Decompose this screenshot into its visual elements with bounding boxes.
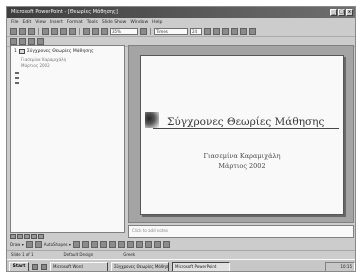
menu-insert[interactable]: Insert bbox=[50, 18, 63, 27]
line-icon[interactable] bbox=[72, 240, 80, 248]
outline-marker bbox=[15, 77, 19, 79]
menu-file[interactable]: File bbox=[11, 18, 19, 27]
maximize-button[interactable]: □ bbox=[338, 9, 345, 16]
status-slide: Slide 1 of 1 bbox=[11, 252, 34, 257]
window-controls: _ □ x bbox=[330, 9, 353, 16]
outline-line[interactable]: Γιασεμίνα Καραμιχάλη bbox=[21, 57, 66, 62]
toolbar-separator bbox=[79, 28, 80, 35]
toolbar-separator bbox=[38, 28, 39, 35]
textbox-icon[interactable] bbox=[108, 240, 116, 248]
help-icon[interactable] bbox=[140, 28, 147, 35]
status-design: Default Design bbox=[63, 252, 94, 257]
task-button[interactable]: Σύγχρονες Θεωρίες Μάθησης bbox=[111, 261, 169, 271]
chart-icon[interactable] bbox=[92, 28, 99, 35]
notes-placeholder: Click to add notes bbox=[132, 228, 168, 233]
menu-slide-show[interactable]: Slide Show bbox=[102, 18, 127, 27]
rotate-icon[interactable] bbox=[34, 240, 42, 248]
outline-line[interactable]: Μάρτιος 2002 bbox=[21, 63, 50, 68]
open-icon[interactable] bbox=[19, 28, 26, 35]
italic-icon[interactable] bbox=[213, 28, 220, 35]
slide-date: Μάρτιος 2002 bbox=[218, 162, 266, 170]
drawing-toolbar: Draw ▾ AutoShapes ▾ bbox=[7, 239, 355, 249]
slide-accent-graphic bbox=[145, 112, 159, 128]
outline-title[interactable]: Σύγχρονες Θεωρίες Μάθησης bbox=[27, 49, 94, 54]
align-center-icon[interactable] bbox=[240, 28, 247, 35]
slide-pane: Σύγχρονες Θεωρίες Μάθησης Γιασεμίνα Καρα… bbox=[128, 45, 354, 223]
outline-pane[interactable]: 1 Σύγχρονες Θεωρίες Μάθησης Γιασεμίνα Κα… bbox=[10, 45, 125, 233]
zoom-select[interactable]: 35% bbox=[110, 28, 138, 35]
slide-divider bbox=[153, 128, 339, 129]
menu-help[interactable]: Help bbox=[152, 18, 162, 27]
title-bar: Microsoft PowerPoint - [Θεωρίες Μάθησης]… bbox=[7, 7, 355, 18]
outline-marker bbox=[15, 72, 19, 74]
menu-window[interactable]: Window bbox=[130, 18, 148, 27]
quick-launch-icon[interactable] bbox=[32, 263, 38, 270]
slide-subtitle[interactable]: Γιασεμίνα Καραμιχάλη Μάρτιος 2002 bbox=[141, 151, 343, 171]
promote-icon[interactable] bbox=[10, 38, 17, 45]
bullets-icon[interactable] bbox=[249, 28, 256, 35]
slide-icon bbox=[18, 49, 25, 54]
toolbar-separator bbox=[150, 28, 151, 35]
menu-tools[interactable]: Tools bbox=[87, 18, 98, 27]
table-icon[interactable] bbox=[101, 28, 108, 35]
status-language: Greek bbox=[123, 252, 136, 257]
slide-author: Γιασεμίνα Καραμιχάλη bbox=[203, 152, 281, 160]
move-up-icon[interactable] bbox=[28, 38, 35, 45]
demote-icon[interactable] bbox=[19, 38, 26, 45]
autoshapes-menu[interactable]: AutoShapes ▾ bbox=[44, 242, 71, 247]
quick-launch-icon[interactable] bbox=[41, 263, 47, 270]
copy-icon[interactable] bbox=[60, 28, 67, 35]
arrow-icon[interactable] bbox=[81, 240, 89, 248]
slide-number: 1 bbox=[14, 49, 17, 54]
save-icon[interactable] bbox=[28, 28, 35, 35]
line-color-icon[interactable] bbox=[135, 240, 143, 248]
menu-bar: File Edit View Insert Format Tools Slide… bbox=[7, 18, 355, 27]
wordart-icon[interactable] bbox=[117, 240, 125, 248]
font-select[interactable]: Times bbox=[154, 28, 188, 35]
slide-title[interactable]: Σύγχρονες Θεωρίες Μάθησης bbox=[167, 116, 324, 128]
select-icon[interactable] bbox=[25, 240, 33, 248]
align-left-icon[interactable] bbox=[231, 28, 238, 35]
task-button[interactable]: Microsoft Word bbox=[50, 261, 108, 271]
start-button[interactable]: Start bbox=[9, 261, 29, 271]
task-button-active[interactable]: Microsoft PowerPoint bbox=[172, 261, 230, 271]
undo-icon[interactable] bbox=[83, 28, 90, 35]
menu-edit[interactable]: Edit bbox=[23, 18, 32, 27]
minimize-button[interactable]: _ bbox=[330, 9, 337, 16]
font-size-select[interactable]: 24 bbox=[190, 28, 202, 35]
outline-marker bbox=[15, 82, 19, 84]
shadow-icon[interactable] bbox=[153, 240, 161, 248]
status-bar: Slide 1 of 1 Default Design Greek bbox=[7, 250, 355, 258]
taskbar: Start Microsoft Word Σύγχρονες Θεωρίες Μ… bbox=[7, 259, 355, 271]
window-title: Microsoft PowerPoint - [Θεωρίες Μάθησης] bbox=[11, 9, 118, 15]
screen: Microsoft PowerPoint - [Θεωρίες Μάθησης]… bbox=[6, 6, 356, 272]
close-button[interactable]: x bbox=[346, 9, 353, 16]
bold-icon[interactable] bbox=[204, 28, 211, 35]
3d-icon[interactable] bbox=[162, 240, 170, 248]
paste-icon[interactable] bbox=[69, 28, 76, 35]
print-icon[interactable] bbox=[42, 28, 49, 35]
fill-color-icon[interactable] bbox=[126, 240, 134, 248]
standard-toolbar: 35% Times 24 bbox=[7, 27, 355, 37]
underline-icon[interactable] bbox=[222, 28, 229, 35]
notes-pane[interactable]: Click to add notes bbox=[128, 225, 354, 238]
move-down-icon[interactable] bbox=[37, 38, 44, 45]
outline-slide-1[interactable]: 1 Σύγχρονες Θεωρίες Μάθησης bbox=[14, 49, 94, 54]
menu-view[interactable]: View bbox=[35, 18, 46, 27]
slide[interactable]: Σύγχρονες Θεωρίες Μάθησης Γιασεμίνα Καρα… bbox=[140, 55, 344, 215]
menu-format[interactable]: Format bbox=[67, 18, 83, 27]
draw-menu[interactable]: Draw ▾ bbox=[10, 242, 24, 247]
system-tray-clock: 10:15 bbox=[325, 261, 355, 271]
font-color-icon[interactable] bbox=[144, 240, 152, 248]
rectangle-icon[interactable] bbox=[90, 240, 98, 248]
cut-icon[interactable] bbox=[51, 28, 58, 35]
new-icon[interactable] bbox=[10, 28, 17, 35]
oval-icon[interactable] bbox=[99, 240, 107, 248]
